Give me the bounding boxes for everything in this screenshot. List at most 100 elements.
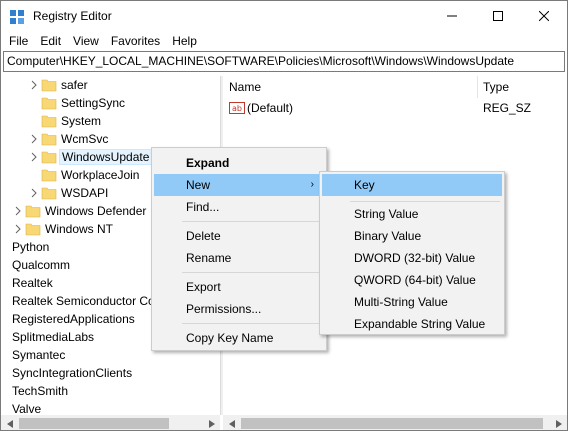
chevron-right-icon[interactable] <box>29 152 39 162</box>
menu-item-label: New <box>186 178 211 192</box>
scroll-left-button[interactable] <box>223 415 240 430</box>
menu-file[interactable]: File <box>3 31 34 51</box>
tree-item[interactable]: WcmSvc <box>1 130 220 148</box>
folder-icon <box>41 97 57 110</box>
scroll-left-icon <box>6 419 13 428</box>
chevron-right-icon[interactable] <box>13 224 23 234</box>
new-submenu: Key String Value Binary Value DWORD (32-… <box>319 171 505 335</box>
menu-item-rename[interactable]: Rename <box>154 247 324 269</box>
menu-item-label: String Value <box>354 207 419 221</box>
tree-item-label: Windows NT <box>45 222 114 236</box>
scroll-thumb[interactable] <box>241 418 543 429</box>
submenu-item-key[interactable]: Key <box>322 174 502 196</box>
tree-item-label: WSDAPI <box>61 186 109 200</box>
string-value-icon: ab <box>229 102 245 114</box>
tree-item-label: SplitmediaLabs <box>12 330 95 344</box>
menu-item-copy-key-name[interactable]: Copy Key Name <box>154 327 324 349</box>
tree-item-label: Qualcomm <box>12 258 71 272</box>
scroll-thumb[interactable] <box>19 418 169 429</box>
menu-item-delete[interactable]: Delete <box>154 225 324 247</box>
tree-item-label: RegisteredApplications <box>12 312 135 326</box>
scroll-right-button[interactable] <box>550 415 567 430</box>
folder-icon <box>25 205 41 218</box>
menu-item-label: Expandable String Value <box>354 317 486 331</box>
menu-view[interactable]: View <box>67 31 105 51</box>
menu-bar: File Edit View Favorites Help <box>1 31 567 51</box>
tree-item-label: safer <box>61 78 88 92</box>
tree-item-label: WindowsUpdate <box>59 149 153 165</box>
close-icon <box>539 11 549 21</box>
menu-help[interactable]: Help <box>166 31 203 51</box>
submenu-item-binary-value[interactable]: Binary Value <box>322 225 502 247</box>
menu-separator <box>182 323 322 324</box>
scroll-left-button[interactable] <box>1 415 18 430</box>
tree-item-label: WcmSvc <box>61 132 109 146</box>
menu-item-label: Key <box>354 178 375 192</box>
tree-item-label: Symantec <box>12 348 66 362</box>
column-header-name[interactable]: Name <box>229 76 261 98</box>
folder-icon <box>41 133 57 146</box>
menu-separator <box>182 272 322 273</box>
menu-item-label: Delete <box>186 229 221 243</box>
minimize-icon <box>447 15 457 17</box>
scroll-left-icon <box>228 419 235 428</box>
submenu-arrow-icon: › <box>310 179 314 190</box>
scroll-right-icon <box>555 419 562 428</box>
tree-horizontal-scrollbar[interactable] <box>1 415 220 430</box>
tree-item[interactable]: System <box>1 112 220 130</box>
submenu-item-expandable-string-value[interactable]: Expandable String Value <box>322 313 502 335</box>
tree-item-label: Valve <box>12 402 42 415</box>
menu-item-export[interactable]: Export <box>154 276 324 298</box>
tree-item[interactable]: TechSmith <box>1 382 220 400</box>
chevron-right-icon[interactable] <box>29 188 39 198</box>
chevron-right-icon[interactable] <box>29 134 39 144</box>
address-bar[interactable]: Computer\HKEY_LOCAL_MACHINE\SOFTWARE\Pol… <box>3 51 565 72</box>
registry-editor-icon <box>10 10 24 24</box>
column-separator[interactable] <box>477 76 478 98</box>
menu-separator <box>350 201 500 202</box>
chevron-right-icon[interactable] <box>29 80 39 90</box>
folder-icon <box>41 151 57 164</box>
menu-item-permissions[interactable]: Permissions... <box>154 298 324 320</box>
column-header-type[interactable]: Type <box>483 76 509 98</box>
tree-item-label: SyncIntegrationClients <box>12 366 133 380</box>
tree-item-label: WorkplaceJoin <box>61 168 140 182</box>
title-bar[interactable]: Registry Editor <box>1 1 567 31</box>
window-title: Registry Editor <box>33 9 112 23</box>
menu-edit[interactable]: Edit <box>34 31 67 51</box>
tree-item[interactable]: safer <box>1 76 220 94</box>
menu-favorites[interactable]: Favorites <box>105 31 166 51</box>
tree-item-label: SettingSync <box>61 96 126 110</box>
menu-item-label: DWORD (32-bit) Value <box>354 251 476 265</box>
tree-item-label: Realtek Semiconductor Co <box>12 294 155 308</box>
registry-editor-window: Registry Editor File Edit View Favorites… <box>0 0 568 431</box>
menu-item-label: Export <box>186 280 221 294</box>
folder-icon <box>41 115 57 128</box>
submenu-item-qword-value[interactable]: QWORD (64-bit) Value <box>322 269 502 291</box>
tree-item-label: Windows Defender <box>45 204 147 218</box>
submenu-item-dword-value[interactable]: DWORD (32-bit) Value <box>322 247 502 269</box>
maximize-button[interactable] <box>475 1 521 31</box>
chevron-right-icon[interactable] <box>13 206 23 216</box>
context-menu: Expand New › Find... Delete Rename Export… <box>151 147 327 351</box>
minimize-button[interactable] <box>429 1 475 31</box>
menu-item-label: Multi-String Value <box>354 295 448 309</box>
submenu-item-multi-string-value[interactable]: Multi-String Value <box>322 291 502 313</box>
close-button[interactable] <box>521 1 567 31</box>
tree-item-label: TechSmith <box>12 384 69 398</box>
tree-item[interactable]: SettingSync <box>1 94 220 112</box>
list-item[interactable]: ab (Default) REG_SZ <box>223 98 567 118</box>
tree-item[interactable]: Valve <box>1 400 220 415</box>
submenu-item-string-value[interactable]: String Value <box>322 203 502 225</box>
menu-item-find[interactable]: Find... <box>154 196 324 218</box>
tree-item-label: Realtek <box>12 276 53 290</box>
list-horizontal-scrollbar[interactable] <box>223 415 567 430</box>
menu-item-new[interactable]: New › <box>154 174 324 196</box>
menu-item-label: Rename <box>186 251 232 265</box>
scroll-right-button[interactable] <box>203 415 220 430</box>
menu-item-label: Permissions... <box>186 302 262 316</box>
menu-item-expand[interactable]: Expand <box>154 152 324 174</box>
menu-item-label: QWORD (64-bit) Value <box>354 273 476 287</box>
tree-item[interactable]: SyncIntegrationClients <box>1 364 220 382</box>
value-type: REG_SZ <box>483 101 532 115</box>
